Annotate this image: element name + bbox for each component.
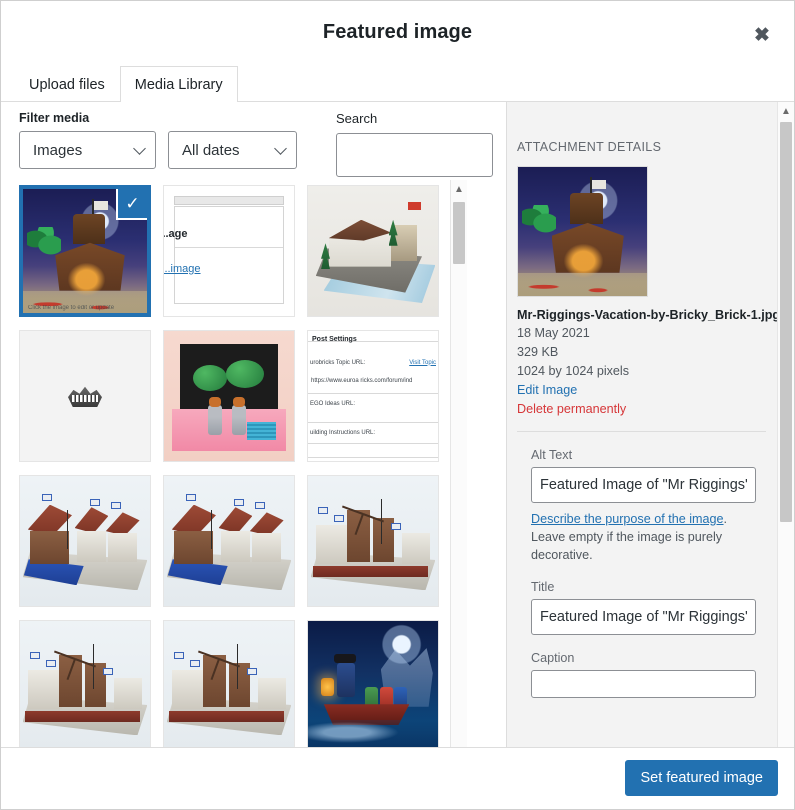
modal-footer: Set featured image	[1, 747, 794, 809]
thumbnail-image	[164, 476, 294, 606]
checkmark-icon: ✓	[116, 189, 147, 220]
tile-link: ...image	[164, 262, 201, 275]
scroll-up-icon[interactable]: ▲	[778, 102, 794, 120]
set-featured-image-button[interactable]: Set featured image	[625, 760, 778, 796]
search-input[interactable]	[336, 133, 493, 177]
thumbnail-image	[164, 331, 294, 461]
tile-row-1: https://www.euroa ricks.com/forum/ind	[311, 377, 413, 384]
media-grid: Click the image to edit or update ✓ ...a…	[13, 180, 453, 760]
grid-scrollbar-thumb[interactable]	[453, 202, 465, 264]
attachment-dimensions: 1024 by 1024 pixels	[517, 364, 630, 379]
tab-upload-files[interactable]: Upload files	[14, 66, 120, 102]
media-tile-windmill-village-3[interactable]	[163, 620, 295, 752]
attachment-preview-image	[517, 166, 648, 297]
thumbnail-image	[20, 621, 150, 751]
tile-row-2: EGO Ideas URL:	[310, 401, 356, 408]
modal-header: Featured image ✖	[1, 1, 794, 63]
chevron-down-icon	[133, 142, 146, 155]
media-tile-windmill-village-1[interactable]	[307, 475, 439, 607]
page-title: Featured image	[322, 21, 473, 43]
media-tile-logo-placeholder[interactable]	[19, 330, 151, 462]
chevron-down-icon	[274, 142, 287, 155]
tile-caption: Click the image to edit or update	[28, 305, 115, 311]
alt-text-help: Describe the purpose of the image. Leave…	[531, 510, 753, 565]
tile-row-0: urobricks Topic URL:	[310, 359, 366, 366]
alt-text-label: Alt Text	[531, 447, 573, 462]
tile-text: ...age	[164, 227, 188, 240]
alt-text-field-group: Alt Text Describe the purpose of the ima…	[517, 448, 770, 699]
media-grid-area: Click the image to edit or update ✓ ...a…	[1, 180, 508, 809]
title-input[interactable]	[531, 599, 756, 636]
media-tile-pink-diorama-minifigs[interactable]	[163, 330, 295, 462]
attachment-date: 18 May 2021	[517, 326, 590, 341]
thumbnail-image	[308, 476, 438, 606]
modal-body: Filter media Images All dates Search Cli…	[1, 102, 794, 809]
thumbnail-image	[20, 331, 150, 461]
attachment-details-panel: ATTACHMENT DETAILS Mr-Riggings-Vacation-…	[506, 102, 794, 809]
media-type-value: Images	[33, 141, 83, 159]
describe-purpose-link[interactable]: Describe the purpose of the image	[531, 512, 724, 526]
thumbnail-image: Post Settings Visit Topic urobricks Topi…	[308, 331, 438, 461]
attachment-details-heading: ATTACHMENT DETAILS	[517, 140, 662, 154]
media-tile-harbor-village-1[interactable]	[19, 475, 151, 607]
attachment-filename: Mr-Riggings-Vacation-by-Bricky_Brick-1.j…	[517, 308, 781, 322]
media-tile-pirate-night-boat[interactable]	[307, 620, 439, 752]
media-tile-screenshot-featured-image[interactable]: ...age ...image	[163, 185, 295, 317]
divider	[517, 430, 766, 432]
modal-tabs: Upload files Media Library	[1, 63, 794, 102]
date-filter-select[interactable]: All dates	[168, 131, 297, 169]
edit-image-link[interactable]: Edit Image	[517, 381, 770, 400]
media-tile-white-building-by-water[interactable]	[307, 185, 439, 317]
tile-link: Visit Topic	[409, 359, 436, 366]
close-icon[interactable]: ✖	[742, 15, 782, 55]
scroll-up-icon[interactable]: ▲	[451, 180, 467, 198]
thumbnail-image	[308, 186, 438, 316]
thumbnail-image	[308, 621, 438, 751]
grid-scrollbar[interactable]: ▲ ▼	[450, 180, 467, 809]
date-filter-value: All dates	[182, 141, 240, 159]
tab-media-library[interactable]: Media Library	[119, 66, 238, 102]
thumbnail-image	[164, 621, 294, 751]
tile-title: Post Settings	[312, 336, 357, 344]
attachment-details-content: ATTACHMENT DETAILS Mr-Riggings-Vacation-…	[507, 102, 794, 699]
attachment-filesize: 329 KB	[517, 345, 559, 360]
media-tile-screenshot-post-settings[interactable]: Post Settings Visit Topic urobricks Topi…	[307, 330, 439, 462]
thumbnail-image	[20, 476, 150, 606]
search-area: Search	[336, 111, 493, 177]
sidebar-scrollbar[interactable]: ▲ ▼	[777, 102, 794, 809]
media-tile-tropical-hut-night[interactable]: Click the image to edit or update ✓	[19, 185, 151, 317]
filter-bar: Filter media Images All dates Search	[1, 102, 508, 180]
tile-row-3: uilding Instructions URL:	[310, 429, 376, 436]
search-label: Search	[336, 111, 378, 126]
media-tile-windmill-village-2[interactable]	[19, 620, 151, 752]
delete-permanently-link[interactable]: Delete permanently	[517, 400, 770, 419]
alt-text-input[interactable]	[531, 466, 756, 503]
sidebar-scrollbar-thumb[interactable]	[780, 122, 792, 522]
caption-input[interactable]	[531, 670, 756, 699]
media-tile-harbor-village-2[interactable]	[163, 475, 295, 607]
thumbnail-image: ...age ...image	[164, 186, 294, 316]
media-browser: Filter media Images All dates Search Cli…	[1, 102, 508, 809]
featured-image-modal: Featured image ✖ Upload files Media Libr…	[0, 0, 795, 810]
title-label: Title	[531, 580, 555, 595]
media-type-select[interactable]: Images	[19, 131, 156, 169]
caption-label: Caption	[531, 651, 575, 666]
